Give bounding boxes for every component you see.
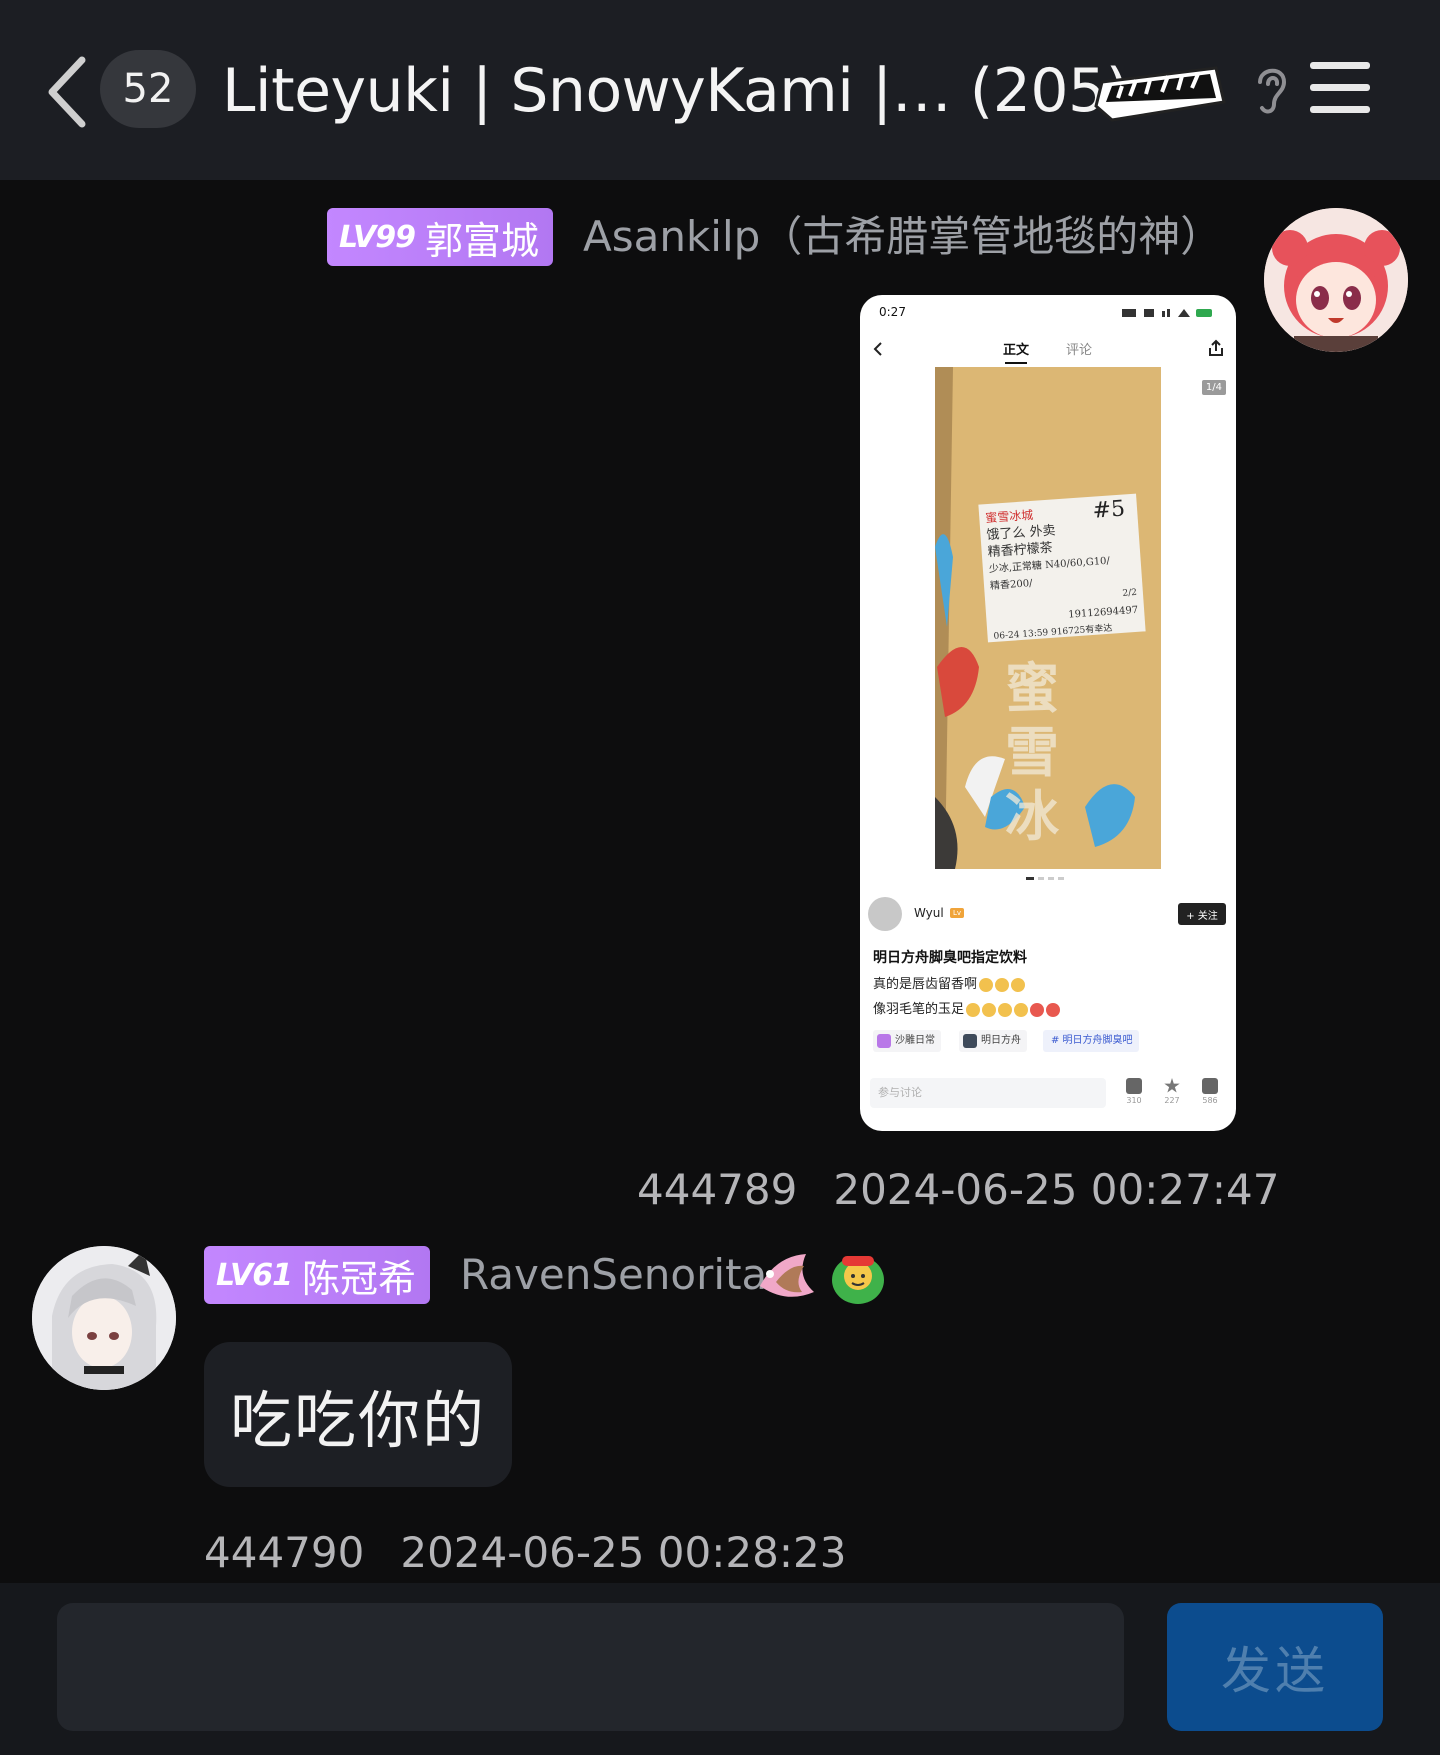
shared-screenshot-image[interactable]: 0:27 正文 评论 1/4 蜜雪冰城 #5 饿了么 外卖 精香柠檬茶 少冰,正… bbox=[860, 295, 1236, 1131]
post-line: 真的是唇齿留香啊 bbox=[873, 973, 1026, 992]
tag-chip: 沙雕日常 bbox=[873, 1030, 941, 1052]
post-author: Wyul Lv + 关注 bbox=[866, 895, 1230, 935]
message-input[interactable] bbox=[57, 1603, 1124, 1731]
cup-brand-text: 蜜雪冰 bbox=[1005, 657, 1059, 848]
carousel-dots bbox=[1026, 877, 1064, 880]
drool-emoji-icon bbox=[998, 1002, 1013, 1017]
hooray-sticker bbox=[1094, 66, 1226, 122]
menu-icon[interactable] bbox=[1310, 62, 1370, 114]
drool-emoji-icon bbox=[1011, 977, 1026, 992]
message-meta: 444789 2024-06-25 00:27:47 bbox=[637, 1160, 1279, 1220]
post-title: 明日方舟脚臭吧指定饮料 bbox=[873, 950, 1027, 966]
comment-count: 586 bbox=[1202, 1096, 1218, 1105]
thumbs-up-icon bbox=[1126, 1078, 1142, 1094]
star-count: 227 bbox=[1164, 1096, 1180, 1105]
post-line-text: 像羽毛笔的玉足 bbox=[873, 1002, 965, 1017]
tag-icon bbox=[963, 1034, 977, 1048]
drool-emoji-icon bbox=[995, 977, 1010, 992]
like-action: 310 bbox=[1119, 1078, 1149, 1105]
chat-title[interactable]: Liteyuki | SnowyKami |… (205) bbox=[222, 48, 1129, 134]
follow-button: + 关注 bbox=[1178, 903, 1226, 925]
anime-avatar-image bbox=[1264, 208, 1408, 352]
comment-icon bbox=[1202, 1078, 1218, 1094]
tab-comments: 评论 bbox=[1066, 343, 1093, 358]
send-button[interactable]: 发送 bbox=[1167, 1603, 1383, 1731]
sender-level-tag: LV61 陈冠希 bbox=[204, 1246, 430, 1304]
sender-nickname[interactable]: RavenSenorita bbox=[460, 1246, 767, 1304]
tag-chip: 明日方舟 bbox=[959, 1030, 1027, 1052]
post-tabs: 正文 评论 bbox=[860, 333, 1236, 364]
author-avatar bbox=[868, 897, 902, 931]
drool-emoji-icon bbox=[982, 1002, 997, 1017]
tab-main-text: 正文 bbox=[1003, 339, 1029, 364]
chevron-left-icon[interactable] bbox=[44, 52, 94, 132]
post-tags: 沙雕日常 明日方舟 # 明日方舟脚臭吧 bbox=[873, 1030, 1233, 1054]
angry-emoji-icon bbox=[1046, 1002, 1061, 1017]
drink-cup-photo: 蜜雪冰城 #5 饿了么 外卖 精香柠檬茶 少冰,正常糖 N40/60,G10/ … bbox=[935, 367, 1161, 869]
drool-emoji-icon bbox=[966, 1002, 981, 1017]
level-text: LV99 bbox=[339, 219, 416, 255]
message-id: 444789 bbox=[637, 1165, 798, 1214]
avatar[interactable] bbox=[1264, 208, 1408, 352]
tag-label: 沙雕日常 bbox=[895, 1035, 935, 1046]
message-bubble[interactable]: 吃吃你的 bbox=[204, 1342, 512, 1487]
post-line-text: 真的是唇齿留香啊 bbox=[873, 977, 978, 992]
star-action: 227 bbox=[1157, 1078, 1187, 1105]
tag-chip: # 明日方舟脚臭吧 bbox=[1043, 1030, 1139, 1052]
image-pager: 1/4 bbox=[1201, 380, 1226, 395]
message-time: 2024-06-25 00:28:23 bbox=[400, 1528, 847, 1577]
sender-nickname[interactable]: Asankilp（古希腊掌管地毯的神） bbox=[583, 208, 1222, 266]
chevron-left-icon bbox=[873, 342, 882, 356]
menu-bar bbox=[1310, 62, 1370, 69]
comment-input-preview: 参与讨论 bbox=[870, 1078, 1106, 1108]
star-icon bbox=[1164, 1078, 1180, 1093]
post-line: 像羽毛笔的玉足 bbox=[873, 998, 1061, 1017]
author-name: Wyul bbox=[914, 906, 944, 920]
status-bar-icons bbox=[1122, 309, 1212, 317]
menu-bar bbox=[1310, 106, 1370, 113]
drool-emoji-icon bbox=[979, 977, 994, 992]
angry-emoji-icon bbox=[1030, 1002, 1045, 1017]
green-face-emoji-icon bbox=[832, 1256, 884, 1304]
unread-count-badge[interactable]: 52 bbox=[100, 50, 196, 128]
menu-bar bbox=[1310, 84, 1370, 91]
comment-action: 586 bbox=[1195, 1078, 1225, 1105]
message-time: 2024-06-25 00:27:47 bbox=[833, 1165, 1280, 1214]
author-level-badge: Lv bbox=[950, 908, 965, 918]
anime-avatar-image bbox=[32, 1246, 176, 1390]
status-time: 0:27 bbox=[879, 305, 906, 319]
level-text: LV61 bbox=[216, 1257, 293, 1293]
tag-label: # 明日方舟脚臭吧 bbox=[1051, 1035, 1133, 1046]
sender-level-tag: LV99 郭富城 bbox=[327, 208, 553, 266]
ribbon-sticker-icon bbox=[760, 1254, 814, 1297]
message-id: 444790 bbox=[204, 1528, 365, 1577]
share-icon bbox=[1209, 339, 1223, 356]
ear-icon[interactable] bbox=[1250, 62, 1292, 118]
sender-title: 陈冠希 bbox=[301, 1256, 416, 1301]
drool-emoji-icon bbox=[1014, 1002, 1029, 1017]
message-input-bar: 发送 bbox=[0, 1583, 1440, 1755]
tag-label: 明日方舟 bbox=[981, 1035, 1021, 1046]
tag-icon bbox=[877, 1034, 891, 1048]
sender-title: 郭富城 bbox=[424, 218, 539, 263]
message-meta: 444790 2024-06-25 00:28:23 bbox=[204, 1523, 846, 1583]
order-label: 蜜雪冰城 #5 饿了么 外卖 精香柠檬茶 少冰,正常糖 N40/60,G10/ … bbox=[978, 493, 1146, 643]
like-count: 310 bbox=[1126, 1096, 1142, 1105]
chat-header: 52 Liteyuki | SnowyKami |… (205) bbox=[0, 0, 1440, 180]
label-number: #5 bbox=[1091, 496, 1126, 524]
avatar[interactable] bbox=[32, 1246, 176, 1390]
